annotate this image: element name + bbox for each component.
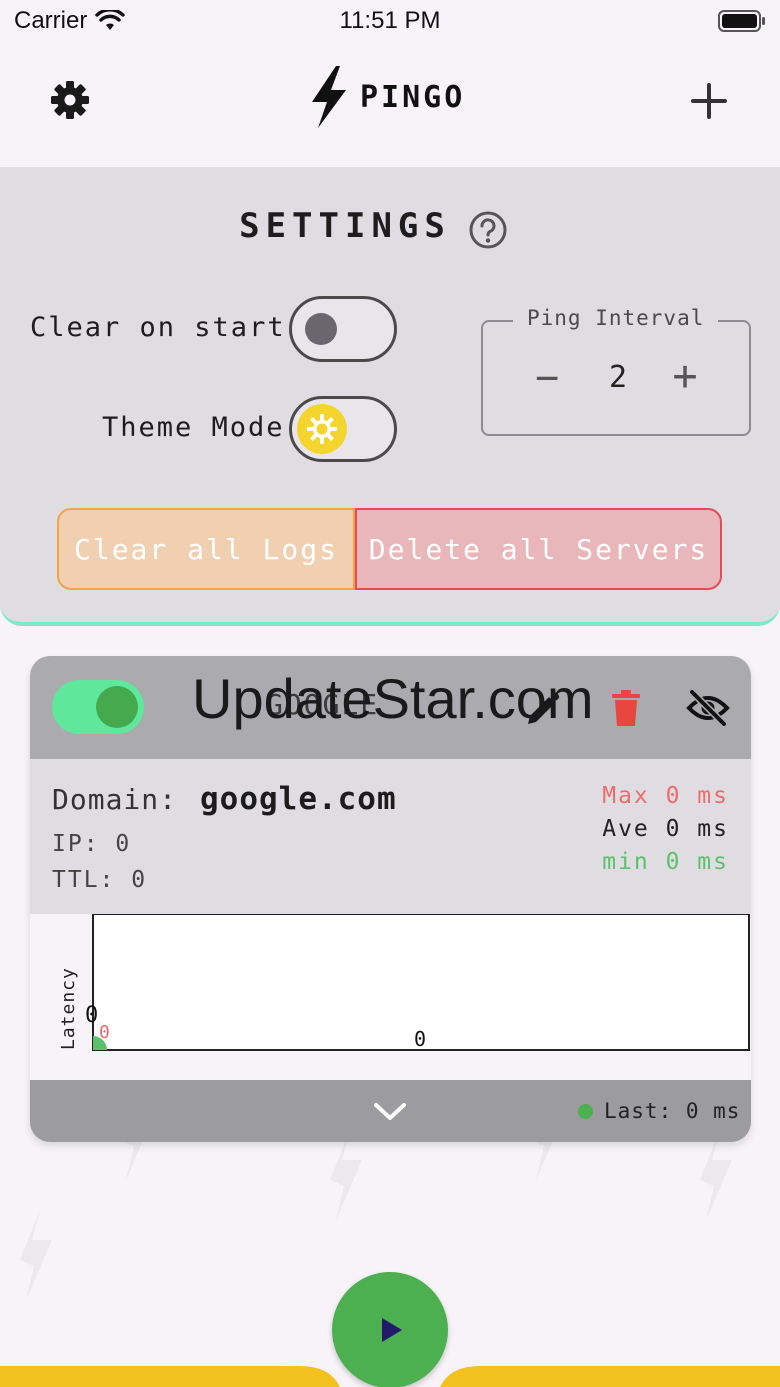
settings-title: SETTINGS — [239, 206, 451, 246]
clear-on-start-toggle[interactable] — [289, 296, 397, 362]
server-card-footer: Last: 0 ms — [30, 1080, 751, 1142]
toggle-knob — [305, 313, 337, 345]
clear-all-logs-button[interactable]: Clear all Logs — [57, 508, 355, 590]
theme-mode-label: Theme Mode — [102, 412, 285, 443]
gear-icon[interactable] — [46, 76, 94, 124]
ping-interval-value: 2 — [608, 360, 628, 395]
ttl-text: TTL: 0 — [52, 867, 148, 893]
latency-chart: Latency 000 — [30, 914, 751, 1080]
last-latency: Last: 0 ms — [604, 1099, 741, 1123]
app-logo: PINGO — [308, 64, 465, 130]
data-point-label: 0 — [99, 1022, 110, 1043]
status-time: 11:51 PM — [339, 7, 441, 34]
average-latency: Ave 0 ms — [602, 816, 729, 842]
max-latency: Max 0 ms — [602, 783, 729, 809]
sun-icon — [297, 404, 347, 454]
x-tick-label: 0 — [414, 1027, 426, 1051]
server-info: Domain: google.com IP: 0 TTL: 0 Max 0 ms… — [30, 759, 751, 914]
server-enabled-toggle[interactable] — [52, 680, 144, 734]
clear-on-start-label: Clear on start — [30, 312, 286, 343]
start-ping-button[interactable] — [332, 1272, 448, 1387]
play-icon — [382, 1318, 402, 1342]
y-tick-label: 0 — [85, 1003, 98, 1028]
eye-off-icon[interactable] — [686, 688, 730, 728]
battery-icon — [718, 10, 765, 32]
status-dot — [578, 1104, 593, 1119]
y-axis-label: Latency — [58, 967, 79, 1050]
status-bar: Carrier 11:51 PM — [0, 0, 780, 44]
pencil-icon[interactable] — [522, 690, 562, 730]
increment-interval-button[interactable]: + — [665, 355, 705, 397]
toggle-knob — [96, 686, 138, 728]
trash-icon[interactable] — [610, 688, 642, 728]
app-title: PINGO — [360, 79, 466, 115]
chevron-down-icon[interactable] — [372, 1096, 408, 1126]
app-bar: PINGO — [0, 44, 780, 168]
settings-panel: SETTINGS Clear on start Theme Mode Ping … — [0, 168, 780, 626]
server-name: GOOGLE — [266, 688, 380, 721]
server-card-header: GOOGLE UpdateStar.com — [30, 656, 751, 759]
decrement-interval-button[interactable]: − — [527, 358, 567, 398]
ping-interval-label: Ping Interval — [513, 306, 719, 330]
latency-chart-svg: Latency 000 — [58, 914, 750, 1051]
theme-mode-toggle[interactable] — [289, 396, 397, 462]
help-icon[interactable] — [468, 210, 508, 250]
domain-label: Domain: — [52, 783, 178, 816]
ping-interval-stepper: Ping Interval − 2 + — [481, 306, 751, 436]
domain-value: google.com — [200, 781, 397, 817]
ip-text: IP: 0 — [52, 831, 132, 857]
min-latency: min 0 ms — [602, 849, 729, 875]
lightning-bolt-icon — [312, 66, 346, 128]
delete-all-servers-button[interactable]: Delete all Servers — [355, 508, 722, 590]
add-server-icon[interactable] — [688, 80, 730, 122]
server-card: GOOGLE UpdateStar.com Domain: google.com… — [30, 656, 751, 1142]
